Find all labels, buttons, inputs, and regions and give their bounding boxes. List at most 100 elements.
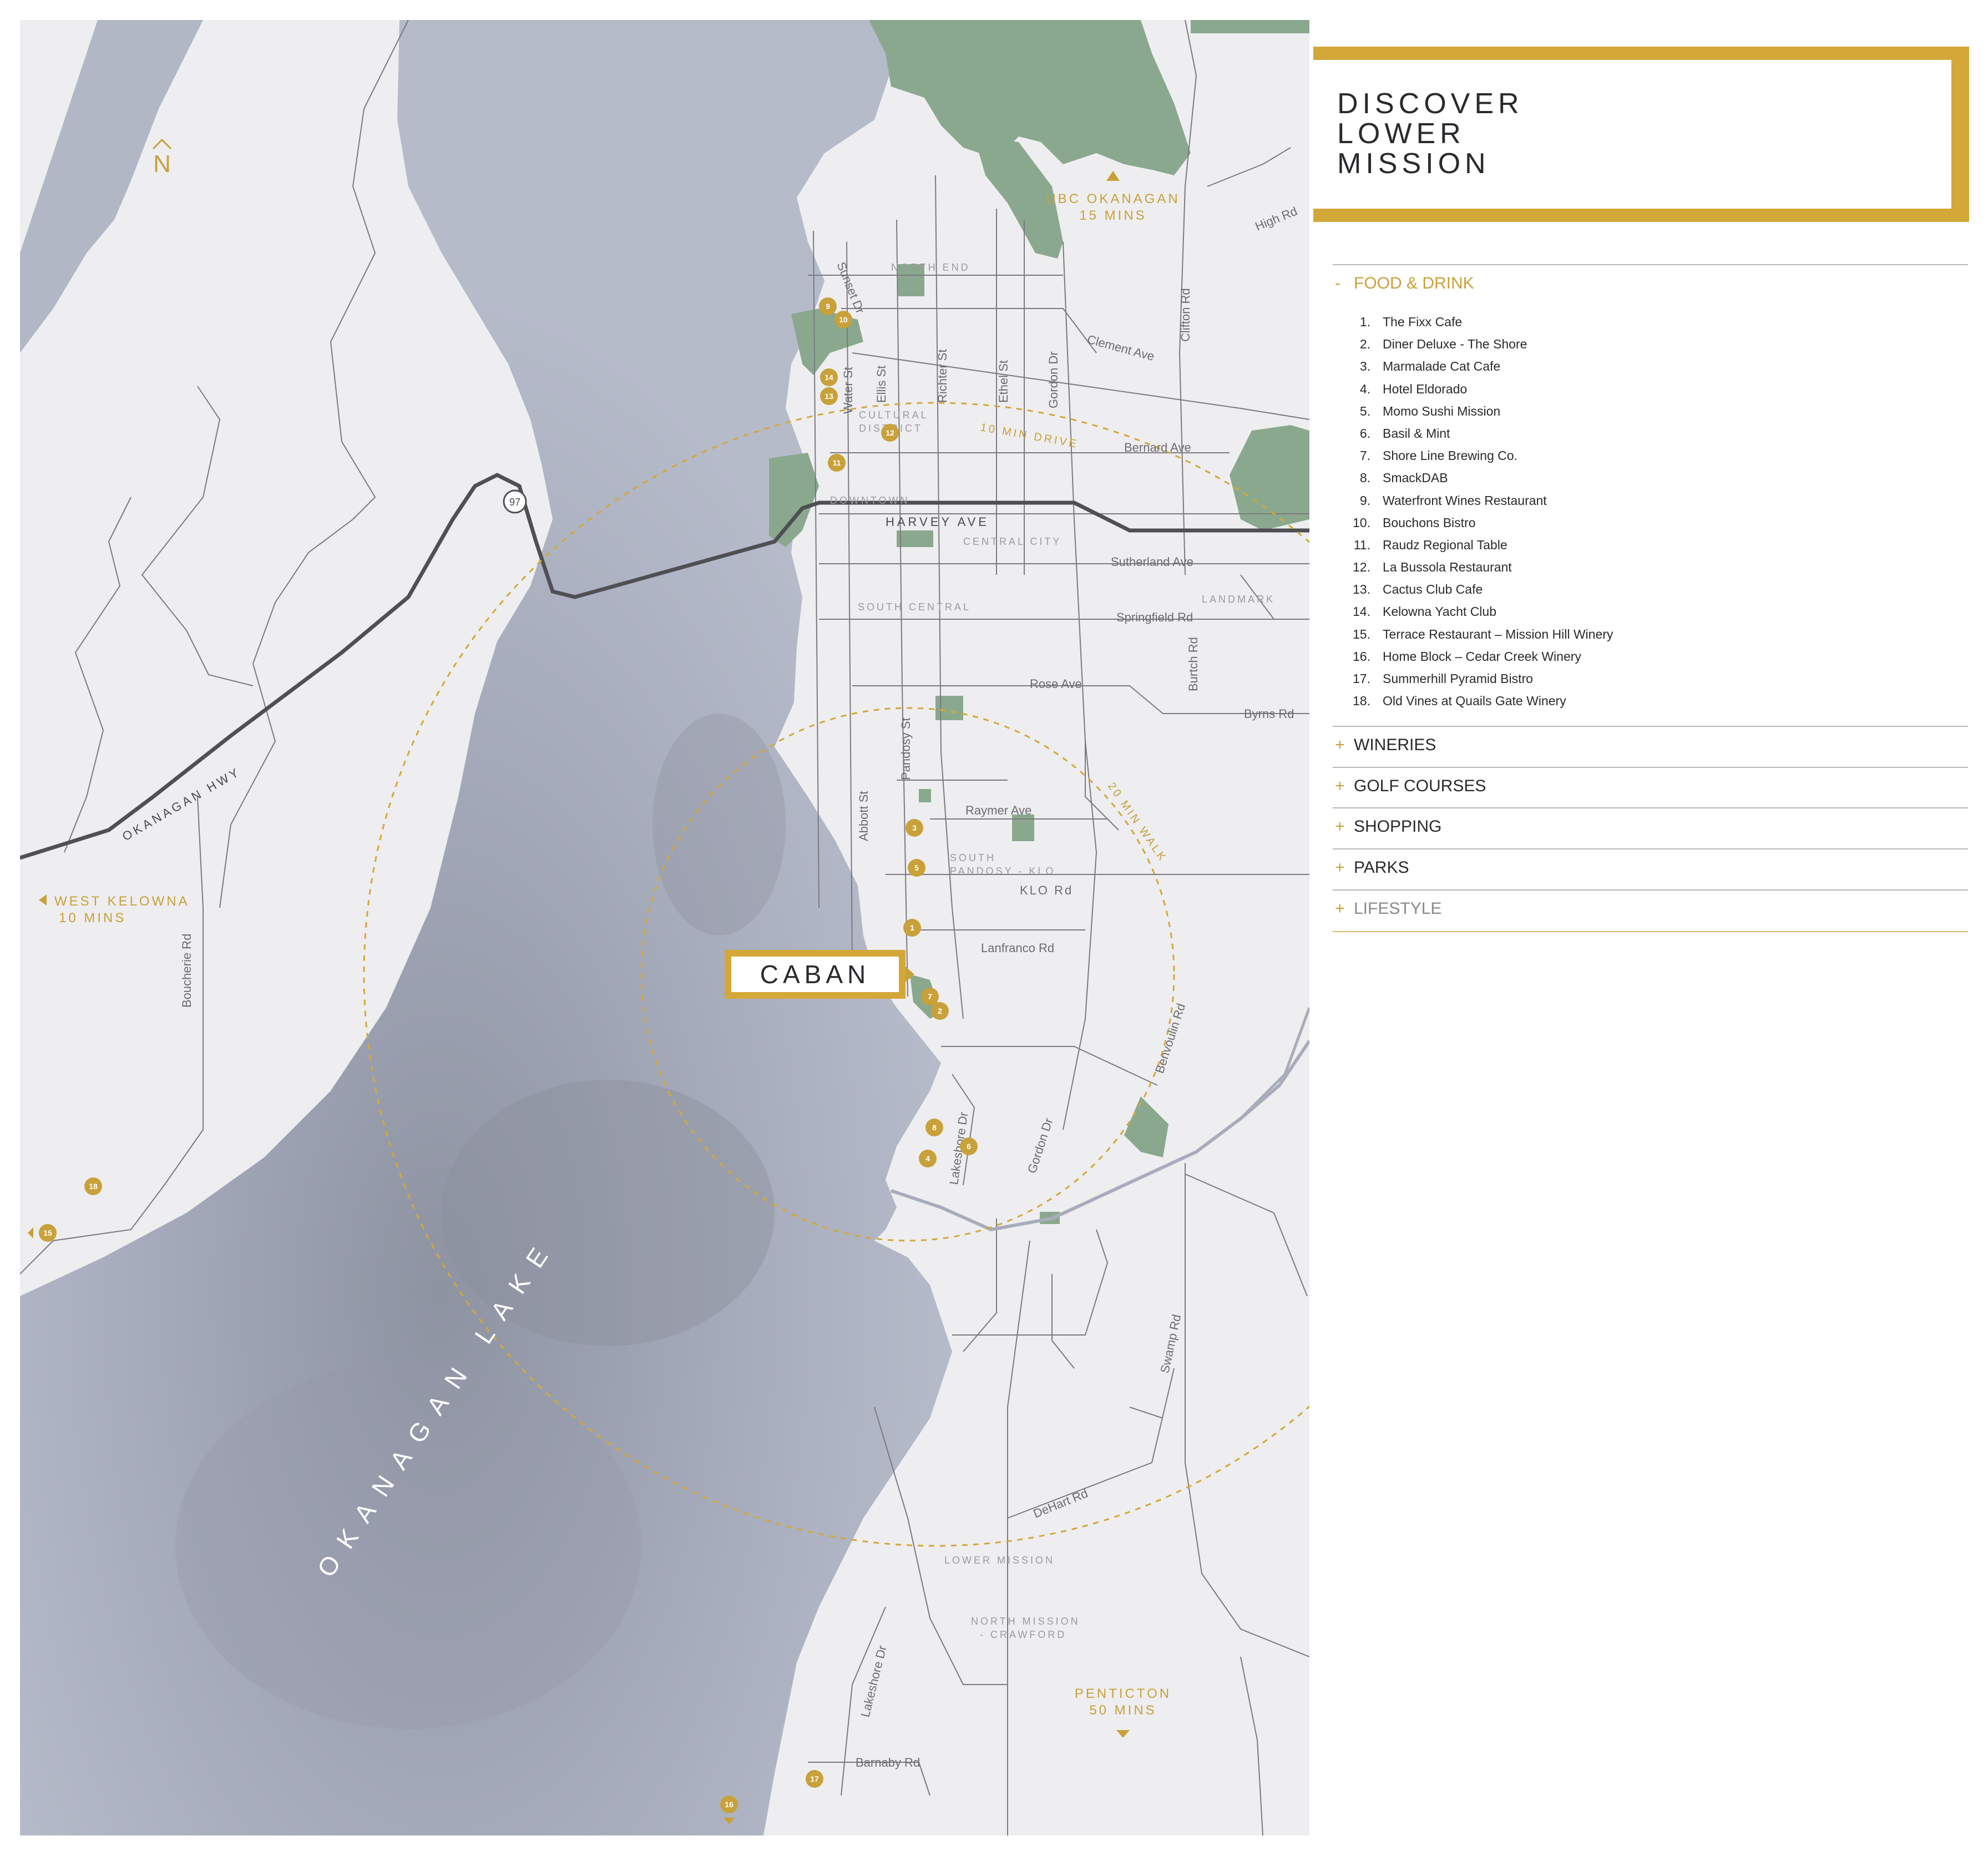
map[interactable]: 97 HARVEY AVE OKANAGAN HWY NORTH END CUL…: [20, 20, 1309, 1835]
category-wineries[interactable]: + WINERIES: [1333, 726, 1968, 767]
category-lifestyle[interactable]: + LIFESTYLE: [1333, 889, 1968, 930]
hwy-97-label: 97: [509, 497, 520, 508]
marker-10[interactable]: 10: [834, 311, 852, 328]
ubc-label-1: UBC OKANAGAN: [1046, 191, 1180, 206]
district-central-city: CENTRAL CITY: [963, 536, 1061, 547]
expand-icon: +: [1335, 858, 1345, 877]
svg-text:9: 9: [826, 302, 830, 311]
district-cultural-1: CULTURAL: [859, 409, 929, 421]
category-parks[interactable]: + PARKS: [1333, 848, 1968, 889]
title-line-2: LOWER: [1337, 118, 1465, 150]
svg-text:2: 2: [938, 1007, 942, 1015]
district-lower-mission: LOWER MISSION: [944, 1555, 1055, 1566]
list-item[interactable]: 5. Momo Sushi Mission: [1348, 400, 1613, 422]
street-ethel: Ethel St: [996, 360, 1010, 403]
list-item[interactable]: 4. Hotel Eldorado: [1348, 378, 1613, 400]
marker-12[interactable]: 12: [881, 424, 899, 442]
district-south-pandosy-1: SOUTH: [950, 852, 996, 863]
list-item[interactable]: 12. La Bussola Restaurant: [1348, 556, 1613, 578]
list-item[interactable]: 18. Old Vines at Quails Gate Winery: [1348, 690, 1613, 712]
marker-2[interactable]: 2: [931, 1002, 949, 1020]
marker-11[interactable]: 11: [828, 454, 846, 472]
category-shopping[interactable]: + SHOPPING: [1333, 807, 1968, 848]
street-ellis: Ellis St: [874, 366, 888, 403]
penticton-label-1: PENTICTON: [1075, 1686, 1171, 1701]
category-golf-courses[interactable]: + GOLF COURSES: [1333, 767, 1968, 808]
street-rose: Rose Ave: [1030, 677, 1082, 691]
collapse-icon: -: [1335, 274, 1340, 292]
marker-8[interactable]: 8: [925, 1119, 943, 1136]
panel-title: DISCOVER LOWER MISSION: [1337, 89, 1524, 179]
list-item[interactable]: 7. Shore Line Brewing Co.: [1348, 444, 1613, 467]
list-item[interactable]: 10. Bouchons Bistro: [1348, 512, 1613, 534]
list-item[interactable]: 11. Raudz Regional Table: [1348, 534, 1613, 556]
marker-17[interactable]: 17: [806, 1770, 823, 1788]
svg-text:8: 8: [932, 1123, 937, 1132]
svg-text:7: 7: [928, 992, 932, 1001]
list-item[interactable]: 16. Home Block – Cedar Creek Winery: [1348, 645, 1613, 667]
street-barnaby: Barnaby Rd: [856, 1756, 920, 1769]
svg-text:15: 15: [43, 1228, 52, 1237]
park-small: [935, 696, 963, 720]
food-drink-list: 1. The Fixx Cafe 2. Diner Deluxe - The Sho…: [1348, 311, 1613, 712]
map-canvas: 97 HARVEY AVE OKANAGAN HWY NORTH END CUL…: [20, 20, 1309, 1835]
marker-16[interactable]: 16: [720, 1796, 738, 1813]
list-item[interactable]: 14. Kelowna Yacht Club: [1348, 600, 1613, 623]
marker-18[interactable]: 18: [84, 1177, 102, 1195]
svg-text:16: 16: [725, 1800, 734, 1809]
lake-texture: [652, 714, 786, 935]
svg-text:6: 6: [967, 1142, 971, 1151]
title-line-3: MISSION: [1337, 148, 1490, 180]
category-label: WINERIES: [1354, 736, 1436, 754]
marker-15[interactable]: 15: [39, 1224, 57, 1242]
street-springfield: Springfield Rd: [1116, 610, 1193, 624]
marker-1[interactable]: 1: [903, 919, 921, 937]
list-item[interactable]: 9. Waterfront Wines Restaurant: [1348, 489, 1613, 512]
marker-5[interactable]: 5: [908, 859, 925, 877]
marker-6[interactable]: 6: [960, 1137, 978, 1155]
caban-location-label[interactable]: CABAN: [725, 950, 906, 999]
district-south-central: SOUTH CENTRAL: [858, 601, 971, 613]
street-richter: Richter St: [935, 349, 949, 403]
svg-text:17: 17: [810, 1774, 819, 1783]
district-north-mission-1: NORTH MISSION: [971, 1616, 1080, 1627]
list-item[interactable]: 6. Basil & Mint: [1348, 422, 1613, 444]
west-kelowna-label-2: 10 MINS: [59, 911, 126, 926]
marker-4[interactable]: 4: [919, 1150, 937, 1167]
category-food-drink[interactable]: - FOOD & DRINK: [1333, 264, 1968, 305]
district-north-end: NORTH END: [891, 262, 970, 273]
expand-icon: +: [1335, 817, 1345, 836]
caban-label-text: CABAN: [731, 957, 899, 992]
svg-text:10: 10: [839, 315, 848, 324]
list-item[interactable]: 15. Terrace Restaurant – Mission Hill Win…: [1348, 623, 1613, 645]
lake-texture: [175, 1363, 641, 1729]
marker-14[interactable]: 14: [820, 368, 838, 386]
north-label: N: [153, 150, 171, 178]
marker-7[interactable]: 7: [921, 988, 939, 1005]
street-burtch: Burtch Rd: [1186, 637, 1200, 691]
svg-text:13: 13: [824, 392, 833, 401]
svg-text:3: 3: [912, 823, 917, 832]
street-bernard: Bernard Ave: [1124, 441, 1191, 454]
list-item[interactable]: 17. Summerhill Pyramid Bistro: [1348, 667, 1613, 690]
street-water: Water St: [841, 367, 855, 414]
list-item[interactable]: 2. Diner Deluxe - The Shore: [1348, 333, 1613, 355]
street-boucherie: Boucherie Rd: [180, 934, 194, 1008]
svg-text:14: 14: [824, 373, 833, 382]
penticton-label-2: 50 MINS: [1089, 1703, 1156, 1718]
street-byrns: Byrns Rd: [1244, 707, 1294, 721]
list-item[interactable]: 8. SmackDAB: [1348, 467, 1613, 489]
street-lanfranco: Lanfranco Rd: [981, 941, 1054, 955]
marker-3[interactable]: 3: [906, 819, 923, 837]
list-item[interactable]: 3. Marmalade Cat Cafe: [1348, 355, 1613, 377]
marker-9[interactable]: 9: [819, 297, 837, 315]
park-small: [919, 789, 931, 802]
list-item[interactable]: 13. Cactus Club Cafe: [1348, 578, 1613, 600]
ubc-label-2: 15 MINS: [1079, 208, 1146, 223]
marker-13[interactable]: 13: [820, 387, 838, 405]
category-label: LIFESTYLE: [1354, 899, 1442, 918]
list-item[interactable]: 1. The Fixx Cafe: [1348, 311, 1613, 333]
expand-icon: +: [1335, 736, 1345, 754]
svg-text:12: 12: [886, 428, 894, 437]
title-line-1: DISCOVER: [1337, 88, 1524, 120]
